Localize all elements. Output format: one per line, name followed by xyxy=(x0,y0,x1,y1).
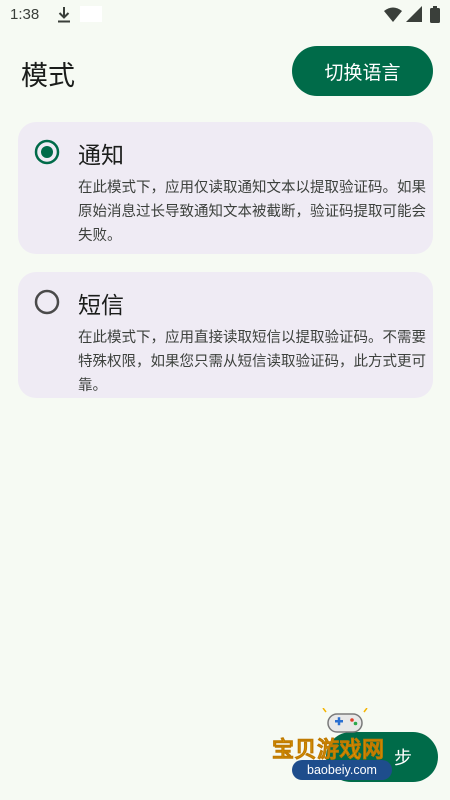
wifi-icon xyxy=(384,7,402,22)
switch-language-button[interactable]: 切换语言 xyxy=(292,46,433,96)
signal-icon xyxy=(406,6,422,22)
page-title: 模式 xyxy=(21,61,75,92)
mode-title-notification: 通知 xyxy=(78,143,124,169)
watermark-url: baobeiy.com xyxy=(292,760,392,780)
mode-description-notification: 在此模式下，应用仅读取通知文本以提取验证码。如果原始消息过长导致通知文本被截断，… xyxy=(78,180,426,244)
radio-unselected-icon[interactable] xyxy=(34,289,60,315)
battery-icon xyxy=(430,6,440,23)
mode-title-sms: 短信 xyxy=(78,293,124,319)
watermark-logo: 宝贝游戏网 baobeiy.com xyxy=(272,708,422,792)
radio-selected-icon[interactable] xyxy=(34,139,60,165)
mode-card-notification[interactable]: 通知 在此模式下，应用仅读取通知文本以提取验证码。如果原始消息过长导致通知文本被… xyxy=(18,122,433,254)
status-bar: 1:38 xyxy=(0,0,450,32)
download-icon xyxy=(58,7,70,23)
mode-description-sms: 在此模式下，应用直接读取短信以提取验证码。不需要特殊权限，如果您只需从短信读取验… xyxy=(78,330,426,394)
mode-card-sms[interactable]: 短信 在此模式下，应用直接读取短信以提取验证码。不需要特殊权限，如果您只需从短信… xyxy=(18,272,433,398)
status-time: 1:38 xyxy=(10,6,40,23)
status-notification-placeholder xyxy=(80,6,102,22)
